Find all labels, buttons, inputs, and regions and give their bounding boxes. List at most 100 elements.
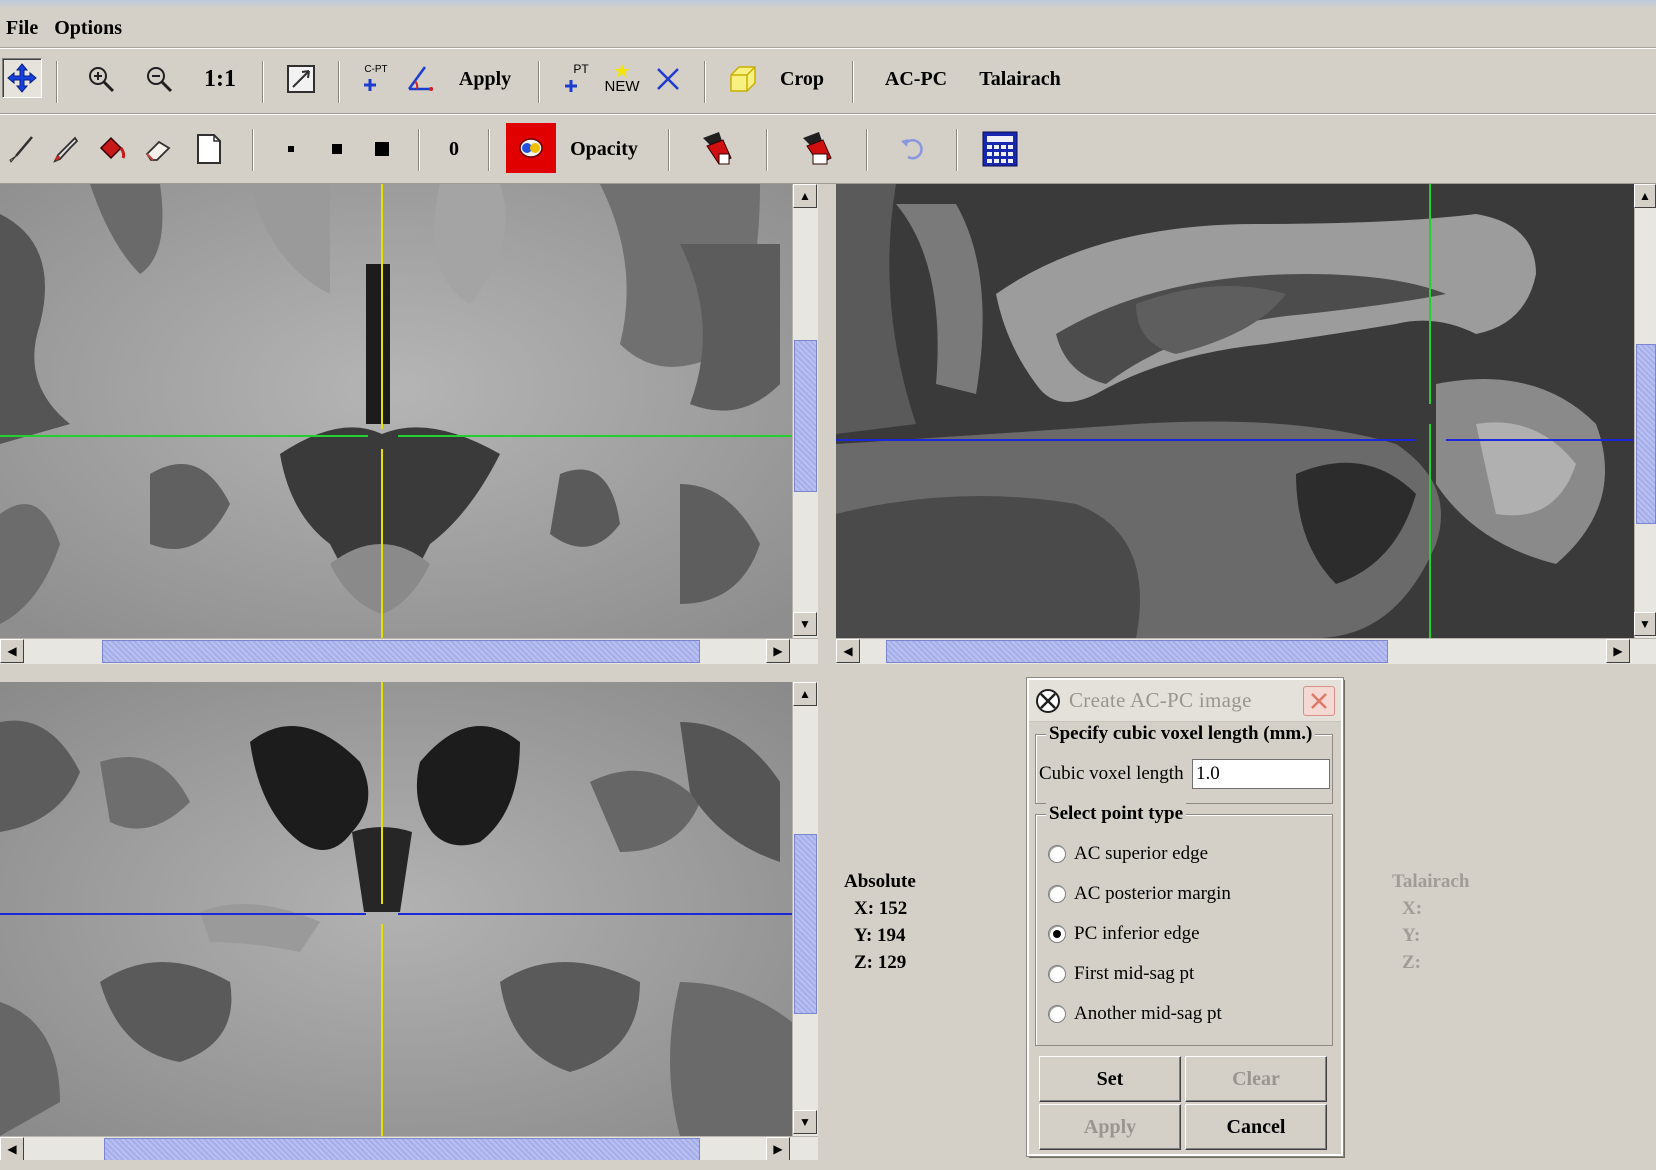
scroll-left-icon[interactable]: ◀ <box>0 1137 24 1161</box>
scroll-thumb[interactable] <box>794 834 817 1014</box>
scroll-thumb[interactable] <box>794 340 817 492</box>
dropper-button[interactable] <box>48 129 82 169</box>
paint-bucket-icon <box>99 136 126 160</box>
scroll-down-icon[interactable]: ▼ <box>793 1110 817 1134</box>
sagittal-horizontal-scrollbar[interactable]: ◀ ▶ <box>836 638 1656 664</box>
brush-size-medium-button[interactable] <box>322 129 352 169</box>
coronal-view-pane[interactable] <box>0 682 792 1136</box>
dialog-close-button[interactable] <box>1303 686 1335 716</box>
voxel-length-label: Cubic voxel length <box>1039 763 1184 784</box>
cancel-button[interactable]: Cancel <box>1185 1104 1327 1150</box>
paintbrush-button[interactable] <box>4 129 38 169</box>
brush-size-small-button[interactable] <box>276 129 306 169</box>
axial-brain-image[interactable] <box>0 184 792 638</box>
coronal-brain-image[interactable] <box>0 682 792 1136</box>
status-strip <box>0 1160 1656 1170</box>
sagittal-brain-image[interactable] <box>836 184 1634 638</box>
toolbar-separator <box>488 129 490 171</box>
scroll-thumb[interactable] <box>102 640 700 663</box>
undo-icon <box>901 138 923 160</box>
zoom-in-button[interactable] <box>84 61 118 97</box>
add-point-button[interactable]: PT <box>558 59 594 99</box>
sagittal-view-pane[interactable] <box>836 184 1634 638</box>
scroll-thumb[interactable] <box>886 640 1388 663</box>
new-voi-button[interactable]: NEW <box>602 59 642 99</box>
coronal-vertical-scrollbar[interactable]: ▲ ▼ <box>792 682 818 1136</box>
crop-box-button[interactable] <box>724 59 762 99</box>
toolbar-separator <box>866 129 868 171</box>
scroll-right-icon[interactable]: ▶ <box>1606 639 1630 663</box>
calculator-button[interactable] <box>980 127 1020 171</box>
paint-intensity-value[interactable]: 0 <box>436 129 472 169</box>
commit-paint-alt-button[interactable] <box>796 125 838 173</box>
radio-ac-superior-edge[interactable]: AC superior edge <box>1048 843 1208 865</box>
dialog-title-bar[interactable]: Create AC-PC image <box>1029 680 1341 722</box>
paint-color-button[interactable] <box>506 123 556 173</box>
apply-landmarks-button[interactable]: Apply <box>452 59 518 99</box>
axial-vertical-scrollbar[interactable]: ▲ ▼ <box>792 184 818 638</box>
paint-bucket-button[interactable] <box>92 129 130 169</box>
radio-pc-inferior-edge[interactable]: PC inferior edge <box>1048 923 1200 945</box>
voxel-length-input[interactable] <box>1192 759 1330 789</box>
undo-button[interactable] <box>894 129 930 169</box>
calculator-icon <box>982 131 1018 167</box>
toolbar-separator <box>538 61 540 103</box>
clear-button[interactable]: Clear <box>1185 1056 1327 1102</box>
opacity-button[interactable]: Opacity <box>564 129 644 169</box>
radio-label: AC superior edge <box>1074 843 1209 864</box>
eraser-button[interactable] <box>140 129 176 169</box>
commit-paint-icon <box>703 132 732 165</box>
brush-size-large-button[interactable] <box>366 129 398 169</box>
coronal-horizontal-scrollbar[interactable]: ◀ ▶ <box>0 1136 818 1162</box>
delete-point-button[interactable] <box>650 59 686 99</box>
scroll-left-icon[interactable]: ◀ <box>0 639 24 663</box>
radio-button[interactable] <box>1048 925 1066 943</box>
radio-button[interactable] <box>1048 885 1066 903</box>
scroll-right-icon[interactable]: ▶ <box>766 639 790 663</box>
menu-options[interactable]: Options <box>48 8 132 48</box>
delete-point-icon <box>657 68 679 90</box>
scroll-thumb[interactable] <box>1636 344 1656 524</box>
reset-view-button[interactable] <box>282 59 320 99</box>
toolbar-separator <box>704 61 706 103</box>
axial-horizontal-scrollbar[interactable]: ◀ ▶ <box>0 638 818 664</box>
absolute-coordinates: Absolute X: 152 Y: 194 Z: 129 <box>844 868 916 976</box>
apply-button[interactable]: Apply <box>1039 1104 1181 1150</box>
absolute-y: Y: 194 <box>854 925 906 946</box>
zoom-out-button[interactable] <box>142 61 176 97</box>
angle-button[interactable] <box>402 59 440 99</box>
commit-paint-button[interactable] <box>696 125 738 173</box>
toolbar-separator <box>56 61 58 103</box>
radio-button[interactable] <box>1048 965 1066 983</box>
sagittal-vertical-scrollbar[interactable]: ▲ ▼ <box>1634 184 1656 638</box>
toolbar-paint: 0 Opacity <box>0 114 1656 184</box>
acpc-button[interactable]: AC-PC <box>876 59 956 99</box>
scroll-left-icon[interactable]: ◀ <box>836 639 860 663</box>
scroll-down-icon[interactable]: ▼ <box>1634 612 1656 636</box>
crop-button[interactable]: Crop <box>772 59 832 99</box>
scroll-up-icon[interactable]: ▲ <box>793 184 817 208</box>
scroll-up-icon[interactable]: ▲ <box>793 682 817 706</box>
zoom-in-icon <box>89 67 115 93</box>
pt-icon <box>565 80 577 92</box>
close-icon <box>1311 693 1327 709</box>
radio-ac-posterior-margin[interactable]: AC posterior margin <box>1048 883 1231 905</box>
move-button[interactable] <box>2 58 42 98</box>
radio-another-mid-sag-pt[interactable]: Another mid-sag pt <box>1048 1003 1222 1025</box>
voxel-length-group-title: Specify cubic voxel length (mm.) <box>1046 723 1316 745</box>
scroll-down-icon[interactable]: ▼ <box>793 612 817 636</box>
scroll-up-icon[interactable]: ▲ <box>1634 184 1656 208</box>
menu-file[interactable]: File <box>0 8 48 48</box>
set-button[interactable]: Set <box>1039 1056 1181 1102</box>
scroll-right-icon[interactable]: ▶ <box>766 1137 790 1161</box>
scroll-thumb[interactable] <box>104 1138 700 1161</box>
radio-button[interactable] <box>1048 845 1066 863</box>
axial-view-pane[interactable] <box>0 184 792 638</box>
talairach-button[interactable]: Talairach <box>972 59 1068 99</box>
c-pt-button[interactable]: C-PT <box>358 59 394 99</box>
zoom-1-1-button[interactable]: 1:1 <box>200 59 240 99</box>
radio-button[interactable] <box>1048 1005 1066 1023</box>
radio-first-mid-sag-pt[interactable]: First mid-sag pt <box>1048 963 1194 985</box>
brush-size-large-icon <box>375 142 389 156</box>
new-mask-button[interactable] <box>192 129 226 169</box>
